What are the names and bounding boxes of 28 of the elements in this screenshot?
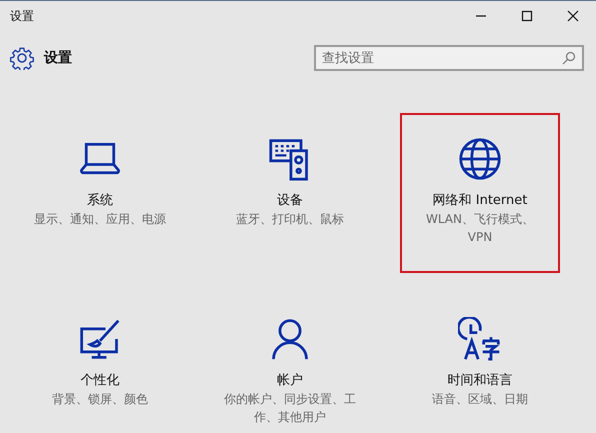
- settings-tile[interactable]: 时间和语言 语音、区域、日期: [400, 293, 560, 433]
- tile-title: 时间和语言: [448, 373, 512, 388]
- tile-description: 蓝牙、打印机、鼠标: [235, 211, 345, 228]
- tile-description: 显示、通知、应用、电源: [33, 211, 167, 228]
- close-icon: [567, 10, 579, 22]
- tile-title: 设备: [277, 193, 303, 208]
- globe-icon: [458, 137, 502, 181]
- settings-icon: [10, 46, 34, 70]
- maximize-icon: [521, 10, 533, 22]
- tile-description: 语音、区域、日期: [431, 391, 529, 408]
- clock-letter-icon: [458, 317, 502, 361]
- tile-description: 背景、锁屏、颜色: [51, 391, 149, 408]
- window-title: 设置: [10, 8, 34, 24]
- settings-tile[interactable]: 个性化 背景、锁屏、颜色: [20, 293, 180, 433]
- page-title: 设置: [44, 49, 72, 67]
- tile-description: 你的帐户、同步设置、工作、其他用户: [223, 391, 357, 426]
- search-field[interactable]: 查找设置: [314, 45, 584, 71]
- search-icon: [562, 51, 576, 65]
- monitor-brush-icon: [78, 317, 122, 361]
- settings-tile[interactable]: 系统 显示、通知、应用、电源: [20, 113, 180, 273]
- tile-title: 个性化: [80, 373, 120, 388]
- tile-description: WLAN、飞行模式、VPN: [424, 211, 535, 246]
- settings-tile[interactable]: 设备 蓝牙、打印机、鼠标: [210, 113, 370, 273]
- tile-title: 网络和 Internet: [432, 193, 528, 208]
- tile-title: 系统: [87, 193, 113, 208]
- settings-tile[interactable]: 网络和 Internet WLAN、飞行模式、VPN: [400, 113, 560, 273]
- settings-tile[interactable]: 帐户 你的帐户、同步设置、工作、其他用户: [210, 293, 370, 433]
- tile-title: 帐户: [277, 373, 303, 388]
